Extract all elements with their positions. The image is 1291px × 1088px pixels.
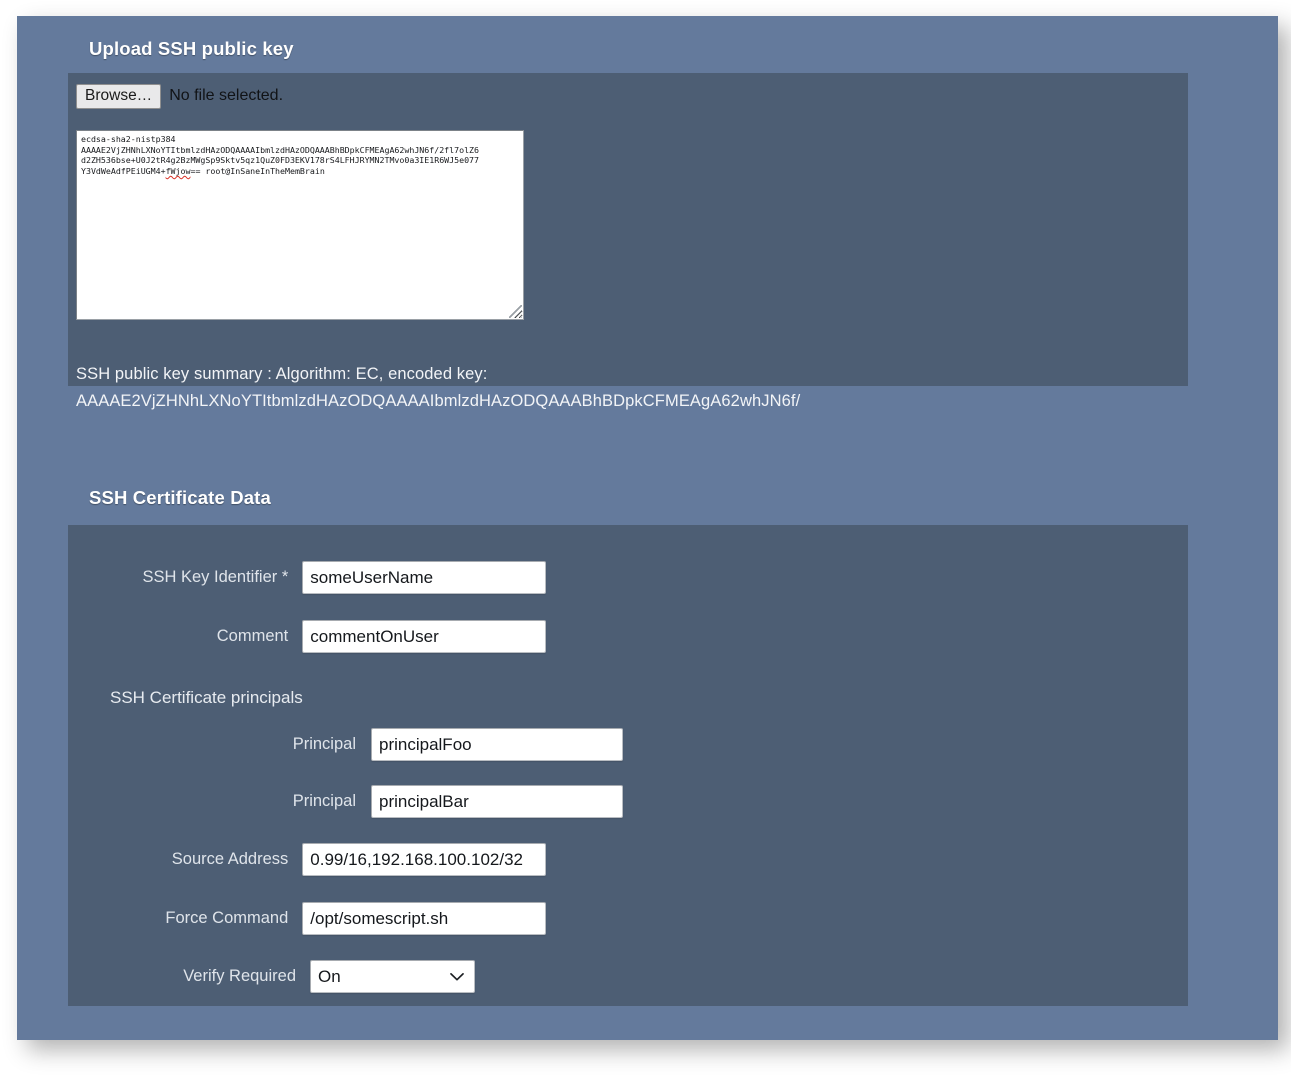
textarea-resize-handle[interactable] bbox=[509, 305, 522, 318]
key-identifier-label: SSH Key Identifier * bbox=[142, 568, 289, 586]
form-outer-panel: Upload SSH public key Browse… No file se… bbox=[17, 16, 1278, 1040]
principal-1-input[interactable] bbox=[371, 728, 623, 761]
principal-2-input[interactable] bbox=[371, 785, 623, 818]
row-principal-2: Principal bbox=[76, 785, 636, 818]
key-summary-label: SSH public key summary : Algorithm: EC, … bbox=[76, 365, 488, 383]
verify-required-label: Verify Required bbox=[183, 967, 296, 985]
key-line-3: d2ZH536bse+U0J2tR4g2BzMWgSp9Sktv5qz1QuZ0… bbox=[81, 155, 480, 166]
force-command-input[interactable] bbox=[302, 902, 546, 935]
browse-button[interactable]: Browse… bbox=[76, 84, 162, 109]
comment-label: Comment bbox=[216, 627, 289, 645]
key-summary-block: SSH public key summary : Algorithm: EC, … bbox=[76, 361, 1166, 415]
upload-section-title: Upload SSH public key bbox=[89, 38, 294, 59]
verify-required-select[interactable]: OnOff bbox=[310, 960, 475, 993]
screenshot-root: Upload SSH public key Browse… No file se… bbox=[0, 0, 1291, 1088]
certificate-section-title: SSH Certificate Data bbox=[89, 487, 271, 508]
certificate-section-panel: SSH Key Identifier * Comment SSH Certifi… bbox=[68, 525, 1188, 1006]
principal-1-label: Principal bbox=[292, 735, 356, 753]
key-summary-encoded-value: AAAAE2VjZHNhLXNoYTItbmlzdHAzODQAAAAIbmlz… bbox=[76, 392, 801, 410]
source-address-label: Source Address bbox=[171, 850, 289, 868]
key-line-4-misspelled-token: fWjow bbox=[165, 165, 191, 176]
key-line-1: ecdsa-sha2-nistp384 bbox=[81, 134, 176, 144]
row-comment: Comment bbox=[76, 620, 546, 653]
force-command-label: Force Command bbox=[165, 909, 289, 927]
principal-2-label: Principal bbox=[292, 792, 356, 810]
file-picker-row: Browse… No file selected. bbox=[76, 84, 283, 109]
row-key-identifier: SSH Key Identifier * bbox=[76, 561, 546, 594]
row-source-address: Source Address bbox=[76, 843, 546, 876]
comment-input[interactable] bbox=[302, 620, 546, 653]
source-address-input[interactable] bbox=[302, 843, 546, 876]
principals-subsection-title: SSH Certificate principals bbox=[110, 688, 303, 707]
key-line-2: AAAAE2VjZHNhLXNoYTItbmlzdHAzODQAAAAIbmlz… bbox=[81, 144, 480, 155]
key-line-4-suffix: == root@InSaneInTheMemBrain bbox=[190, 165, 325, 176]
row-verify-required: Verify Required OnOff bbox=[76, 960, 546, 993]
row-principal-1: Principal bbox=[76, 728, 636, 761]
row-force-command: Force Command bbox=[76, 902, 546, 935]
file-selected-status: No file selected. bbox=[169, 87, 284, 105]
verify-required-select-wrap: OnOff bbox=[310, 960, 475, 993]
key-line-4-prefix: Y3VdWeAdfPEiUGM4+ bbox=[81, 165, 166, 176]
upload-section-panel: Browse… No file selected. ecdsa-sha2-nis… bbox=[68, 73, 1188, 410]
key-identifier-input[interactable] bbox=[302, 561, 546, 594]
ssh-public-key-textarea[interactable]: ecdsa-sha2-nistp384 AAAAE2VjZHNhLXNoYTIt… bbox=[76, 130, 524, 320]
